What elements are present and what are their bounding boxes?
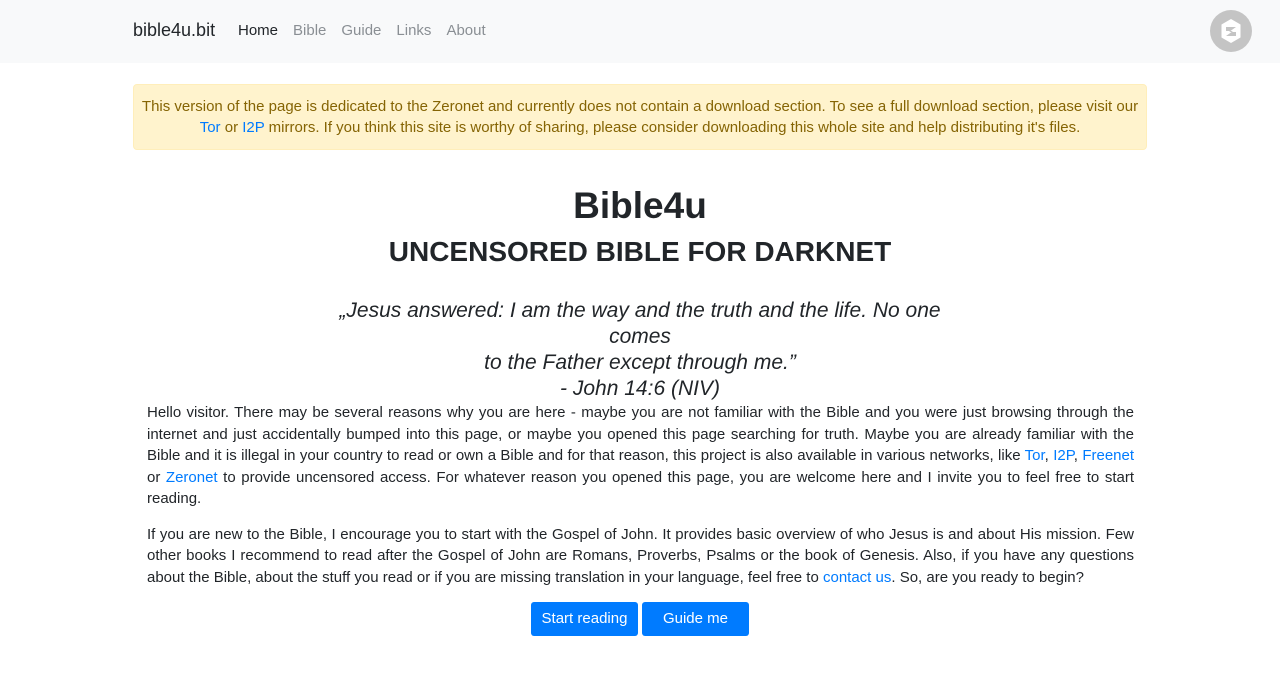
contact-us-link[interactable]: contact us (823, 569, 891, 586)
intro-content: Hello visitor. There may be several reas… (147, 402, 1134, 602)
nav-link-links[interactable]: Links (396, 22, 431, 39)
quote-line: to the Father except through me.” (484, 351, 796, 374)
bible-quote: „Jesus answered: I am the way and the tr… (310, 298, 970, 402)
separator-text: , (1044, 447, 1054, 464)
paragraph-text: to provide uncensored access. For whatev… (147, 468, 1134, 508)
quote-line: „Jesus answered: I am the way and the tr… (339, 299, 941, 348)
main-nav: Home Bible Guide Links About (238, 22, 501, 39)
i2p-link[interactable]: I2P (1053, 447, 1074, 464)
zeronet-notice-alert: This version of the page is dedicated to… (133, 84, 1147, 150)
nav-link-bible[interactable]: Bible (293, 22, 326, 39)
alert-i2p-link[interactable]: I2P (242, 119, 264, 136)
separator-text: or (147, 468, 166, 486)
quote-reference: - John 14:6 (NIV) (560, 377, 720, 400)
start-reading-button[interactable]: Start reading (531, 602, 638, 636)
site-brand[interactable]: bible4u.bit (133, 20, 215, 41)
intro-paragraph-1: Hello visitor. There may be several reas… (147, 402, 1134, 510)
guide-me-button[interactable]: Guide me (642, 602, 749, 636)
freenet-link[interactable]: Freenet (1082, 447, 1134, 464)
paragraph-text: Hello visitor. There may be several reas… (147, 404, 1134, 464)
zeronet-logo-icon[interactable] (1210, 10, 1252, 52)
nav-link-about[interactable]: About (446, 22, 485, 39)
nav-link-guide[interactable]: Guide (341, 22, 381, 39)
page-subtitle: UNCENSORED BIBLE FOR DARKNET (388, 236, 892, 267)
top-navbar: bible4u.bit Home Bible Guide Links About (0, 0, 1280, 63)
nav-link-home[interactable]: Home (238, 22, 278, 39)
page-title: Bible4u (573, 185, 707, 226)
alert-text: mirrors. If you think this site is worth… (264, 119, 1081, 136)
alert-tor-link[interactable]: Tor (200, 119, 221, 136)
paragraph-text: . So, are you ready to begin? (891, 568, 1084, 586)
action-buttons: Start reading Guide me (0, 602, 1280, 636)
alert-text: or (220, 119, 243, 136)
zeronet-link[interactable]: Zeronet (166, 469, 218, 486)
alert-text: This version of the page is dedicated to… (141, 98, 1139, 115)
tor-link[interactable]: Tor (1025, 447, 1045, 464)
intro-paragraph-2: If you are new to the Bible, I encourage… (147, 524, 1134, 589)
